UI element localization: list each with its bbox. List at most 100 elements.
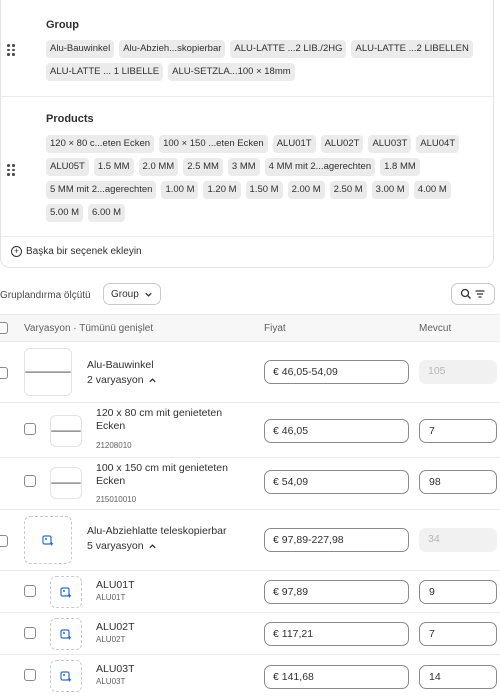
option-value-chip[interactable]: ALU-LATTE ... 1 LIBELLE (46, 63, 164, 81)
price-input[interactable]: € 97,89 (264, 580, 409, 604)
add-option-button[interactable]: + Başka bir seçenek ekleyin (11, 246, 142, 257)
variant-sku: ALU02T (96, 635, 126, 644)
groupby-select[interactable]: Group (103, 283, 161, 305)
stock-input[interactable]: 7 (419, 622, 497, 646)
option-value-chip[interactable]: 2.00 M (287, 181, 325, 199)
option-value-chip[interactable]: ALU01T (272, 135, 316, 153)
option-value-chip[interactable]: ALU03T (368, 135, 412, 153)
option-value-chip[interactable]: Alu-Abzieh...skopierbar (119, 40, 226, 58)
select-all-checkbox[interactable] (0, 322, 8, 334)
option-value-chip[interactable]: ALU02T (320, 135, 364, 153)
column-price: Fiyat (264, 323, 286, 334)
row-checkbox[interactable] (24, 423, 36, 435)
options-card: Group Alu-Bauwinkel Alu-Abzieh...skopierb… (0, 0, 495, 268)
image-add-icon (42, 535, 54, 546)
price-input[interactable]: € 46,05-54,09 (264, 360, 409, 384)
option-value-chip[interactable]: 2.50 M (329, 181, 367, 199)
variant-sku: ALU03T (96, 677, 126, 686)
variant-thumbnail[interactable] (50, 467, 82, 499)
table-row[interactable]: 100 x 150 cm mit genieteten Ecken 215010… (0, 458, 500, 510)
option-value-chip[interactable]: 3.00 M (371, 181, 409, 199)
drag-handle-icon[interactable] (6, 43, 16, 57)
add-image-button[interactable] (24, 516, 72, 564)
search-icon (460, 288, 471, 299)
filter-icon (475, 290, 485, 298)
stock-input: 105 (419, 360, 497, 384)
row-checkbox[interactable] (24, 585, 36, 597)
groupby-bar: Gruplandırma ölçütü Group (0, 281, 500, 309)
option-value-chip[interactable]: 4 MM mit 2...agerechten (264, 158, 376, 176)
variant-name: 100 x 150 cm mit genieteten Ecken (96, 462, 228, 487)
add-image-button[interactable] (50, 576, 82, 608)
price-input[interactable]: € 46,05 (264, 419, 409, 443)
column-variant[interactable]: Varyasyon · Tümünü genişlet (24, 323, 153, 334)
variant-count: 2 varyasyon (87, 374, 144, 386)
option-value-chip[interactable]: 5 MM mit 2...agerechten (46, 181, 157, 199)
option-value-chip[interactable]: 4.00 M (413, 181, 451, 199)
table-row[interactable]: 120 x 80 cm mit genieteten Ecken 2120801… (0, 403, 500, 458)
price-input[interactable]: € 97,89-227,98 (264, 528, 409, 552)
option-value-chip[interactable]: 1.50 M (245, 181, 283, 199)
variant-sku: 215010010 (96, 495, 137, 504)
option-value-chip[interactable]: ALU-SETZLA...100 × 18mm (168, 63, 295, 81)
variant-count: 5 varyasyon (87, 540, 144, 552)
row-checkbox[interactable] (24, 669, 36, 681)
option-value-chip[interactable]: 100 × 150 ...eten Ecken (159, 135, 268, 153)
search-filter-button[interactable] (451, 283, 495, 305)
option-value-chip[interactable]: 1.5 MM (93, 158, 134, 176)
row-checkbox[interactable] (0, 535, 8, 547)
expand-toggle[interactable]: 5 varyasyon (87, 540, 157, 552)
table-row[interactable]: Alu-Abziehlatte teleskopierbar 5 varyasy… (0, 510, 500, 571)
option-value-chip[interactable]: ALU-LATTE ...2 LIB./2HG (230, 40, 347, 58)
image-add-icon (60, 587, 72, 598)
variant-sku: 21208010 (96, 441, 132, 450)
add-image-button[interactable] (50, 660, 82, 692)
option-value-chip[interactable]: ALU-LATTE ...2 LIBELLEN (351, 40, 473, 58)
row-checkbox[interactable] (0, 367, 8, 379)
option-value-chip[interactable]: 5.00 M (46, 204, 84, 222)
stock-input[interactable]: 9 (419, 580, 497, 604)
option-value-chip[interactable]: 3 MM (227, 158, 260, 176)
add-image-button[interactable] (50, 618, 82, 650)
image-add-icon (60, 671, 72, 682)
table-row[interactable]: ALU03T ALU03T € 141,68 14 (0, 655, 500, 698)
price-input[interactable]: € 54,09 (264, 470, 409, 494)
option-value-chip[interactable]: 1.8 MM (380, 158, 420, 176)
product-thumbnail[interactable] (24, 348, 72, 396)
option-value-chip[interactable]: 120 × 80 c...eten Ecken (46, 135, 155, 153)
price-input[interactable]: € 117,21 (264, 622, 409, 646)
option-value-chip[interactable]: ALU05T (46, 158, 89, 176)
table-header: Varyasyon · Tümünü genişlet Fiyat Mevcut (0, 314, 500, 342)
plus-circle-icon: + (11, 246, 22, 257)
option-value-chip[interactable]: 6.00 M (88, 204, 126, 222)
option-title: Products (46, 113, 94, 125)
option-value-chip[interactable]: 1.00 M (161, 181, 199, 199)
option-value-chip[interactable]: 2.5 MM (183, 158, 223, 176)
option-values: 120 × 80 c...eten Ecken 100 × 150 ...eten… (46, 135, 486, 222)
group-name: Alu-Abziehlatte teleskopierbar (87, 525, 227, 537)
table-row[interactable]: ALU01T ALU01T € 97,89 9 (0, 571, 500, 613)
option-value-chip[interactable]: Alu-Bauwinkel (46, 40, 115, 58)
table-row[interactable]: ALU02T ALU02T € 117,21 7 (0, 613, 500, 655)
stock-input: 34 (419, 528, 497, 552)
stock-input[interactable]: 7 (419, 419, 497, 443)
variant-name: ALU01T (96, 579, 135, 591)
drag-handle-icon[interactable] (6, 163, 16, 177)
variant-name: 120 x 80 cm mit genieteten Ecken (96, 407, 223, 432)
option-value-chip[interactable]: 1.20 M (203, 181, 241, 199)
option-products[interactable]: Products 120 × 80 c...eten Ecken 100 × 15… (1, 97, 495, 237)
price-input[interactable]: € 141,68 (264, 665, 409, 689)
chevron-up-icon (148, 543, 156, 548)
table-row[interactable]: Alu-Bauwinkel 2 varyasyon € 46,05-54,09 … (0, 342, 500, 403)
row-checkbox[interactable] (24, 475, 36, 487)
option-value-chip[interactable]: 2.0 MM (138, 158, 179, 176)
expand-toggle[interactable]: 2 varyasyon (87, 374, 157, 386)
stock-input[interactable]: 14 (419, 665, 497, 689)
option-group[interactable]: Group Alu-Bauwinkel Alu-Abzieh...skopierb… (1, 0, 495, 97)
column-stock: Mevcut (419, 323, 452, 334)
stock-input[interactable]: 98 (419, 470, 497, 494)
variant-thumbnail[interactable] (50, 415, 82, 447)
option-value-chip[interactable]: ALU04T (416, 135, 460, 153)
image-add-icon (60, 629, 72, 640)
row-checkbox[interactable] (24, 627, 36, 639)
